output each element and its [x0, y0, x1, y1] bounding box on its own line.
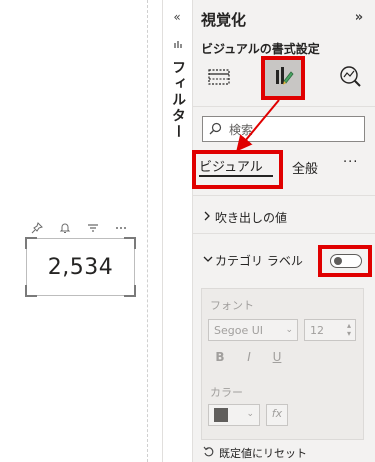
canvas-divider	[147, 0, 148, 462]
font-size-value: 12	[310, 323, 324, 337]
tab-general[interactable]: 全般	[292, 158, 318, 177]
undo-icon	[203, 446, 214, 460]
section-category-label[interactable]: カテゴリ ラベル	[203, 252, 303, 269]
more-options-button[interactable]: ···	[343, 155, 358, 170]
analytics-button[interactable]	[332, 60, 368, 96]
bold-button[interactable]: B	[213, 350, 227, 364]
filter-icon[interactable]	[86, 222, 100, 236]
reset-to-default-link[interactable]: 既定値にリセット	[203, 445, 307, 461]
stepper-arrows-icon[interactable]: ▴ ▾	[347, 322, 351, 338]
format-visual-heading: ビジュアルの書式設定	[201, 42, 320, 56]
card-visual[interactable]: 2,534	[25, 237, 136, 297]
build-visual-icon	[206, 63, 232, 93]
chevron-down-icon: ⌄	[285, 325, 293, 335]
visual-header-toolbar	[30, 222, 130, 236]
chevron-down-icon: ⌄	[246, 409, 254, 419]
collapse-filters-button[interactable]: «	[170, 10, 184, 24]
reset-label: 既定値にリセット	[219, 447, 307, 460]
underline-button[interactable]: U	[270, 350, 284, 364]
chevron-down-icon	[203, 255, 215, 266]
card-value: 2,534	[47, 254, 114, 280]
font-family-value: Segoe UI	[214, 323, 264, 337]
section-callout-value[interactable]: 吹き出しの値	[203, 209, 287, 226]
font-size-stepper[interactable]: 12 ▴ ▾	[304, 319, 356, 341]
build-visual-button[interactable]	[201, 60, 237, 96]
highlight-toggle	[318, 245, 372, 277]
analytics-icon	[337, 63, 363, 93]
search-placeholder: 検索	[229, 122, 254, 137]
divider	[192, 233, 375, 234]
filters-label[interactable]: フィルター	[166, 60, 188, 160]
font-family-dropdown[interactable]: Segoe UI ⌄	[208, 319, 298, 341]
font-label: フォント	[210, 299, 254, 312]
section-label: 吹き出しの値	[215, 211, 288, 225]
pin-icon[interactable]	[30, 222, 44, 236]
highlight-tab-visual	[192, 150, 283, 189]
divider	[192, 106, 375, 107]
filter-pane-icon	[172, 40, 184, 52]
divider	[192, 195, 375, 196]
expand-pane-button[interactable]: »	[352, 11, 366, 25]
italic-button[interactable]: I	[242, 350, 256, 364]
color-swatch	[214, 408, 228, 422]
search-icon	[209, 122, 223, 136]
color-label: カラー	[210, 386, 243, 399]
highlight-format-visual	[261, 56, 305, 100]
pane-title: 視覚化	[201, 11, 247, 29]
bell-icon[interactable]	[58, 222, 72, 236]
search-input[interactable]: 検索	[202, 116, 365, 142]
fx-button[interactable]: fx	[266, 404, 288, 426]
chevron-right-icon	[203, 211, 215, 224]
more-icon[interactable]	[114, 222, 128, 236]
section-label: カテゴリ ラベル	[215, 254, 303, 268]
color-picker[interactable]: ⌄	[208, 404, 260, 426]
